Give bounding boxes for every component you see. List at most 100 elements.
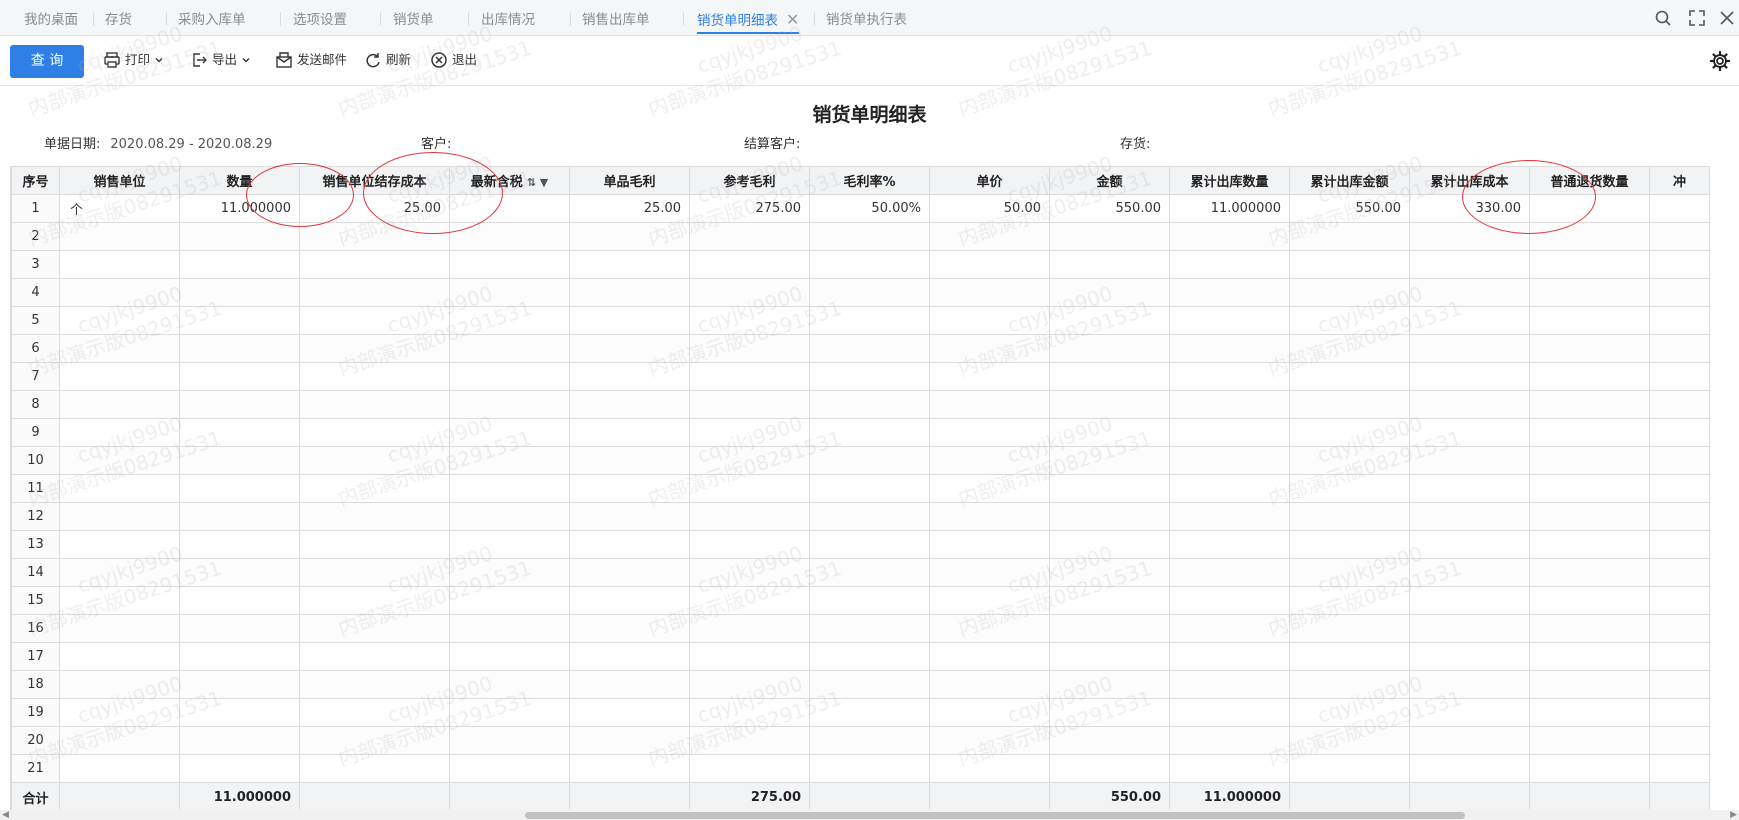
table-cell[interactable] xyxy=(929,390,1050,419)
table-cell[interactable] xyxy=(1289,502,1410,531)
table-cell[interactable] xyxy=(1169,362,1290,391)
table-cell[interactable] xyxy=(449,250,570,279)
table-cell[interactable] xyxy=(689,446,810,475)
table-cell[interactable] xyxy=(1529,278,1650,307)
table-cell[interactable] xyxy=(569,642,690,671)
table-cell[interactable] xyxy=(449,726,570,755)
table-cell[interactable] xyxy=(809,334,930,363)
table-cell[interactable] xyxy=(1649,278,1710,307)
table-cell[interactable] xyxy=(179,250,300,279)
table-cell[interactable] xyxy=(569,334,690,363)
table-cell[interactable] xyxy=(299,278,450,307)
table-cell[interactable] xyxy=(809,558,930,587)
cell-latest-price[interactable] xyxy=(449,194,570,223)
table-cell[interactable] xyxy=(1049,362,1170,391)
table-cell[interactable] xyxy=(1169,334,1290,363)
table-cell[interactable] xyxy=(1409,558,1530,587)
table-cell[interactable] xyxy=(179,642,300,671)
table-cell[interactable] xyxy=(689,250,810,279)
table-cell[interactable] xyxy=(809,362,930,391)
table-cell[interactable] xyxy=(1409,614,1530,643)
table-cell[interactable] xyxy=(299,446,450,475)
column-header[interactable]: 销售单位 xyxy=(59,166,180,195)
table-cell[interactable] xyxy=(1649,390,1710,419)
table-cell[interactable] xyxy=(59,474,180,503)
table-cell[interactable] xyxy=(59,558,180,587)
table-cell[interactable] xyxy=(449,558,570,587)
table-cell[interactable] xyxy=(1289,390,1410,419)
table-cell[interactable] xyxy=(689,670,810,699)
table-cell[interactable] xyxy=(1289,334,1410,363)
table-cell[interactable] xyxy=(1409,670,1530,699)
table-cell[interactable] xyxy=(59,642,180,671)
table-cell[interactable] xyxy=(929,334,1050,363)
table-cell[interactable] xyxy=(1169,306,1290,335)
table-cell[interactable] xyxy=(59,334,180,363)
table-cell[interactable] xyxy=(689,586,810,615)
table-cell[interactable] xyxy=(59,222,180,251)
table-cell[interactable] xyxy=(1049,334,1170,363)
table-cell[interactable] xyxy=(689,530,810,559)
table-cell[interactable] xyxy=(1529,698,1650,727)
table-cell[interactable] xyxy=(59,362,180,391)
table-cell[interactable] xyxy=(59,418,180,447)
table-row[interactable]: 1 个 11.000000 25.00 25.00 275.00 50.00% … xyxy=(11,194,1710,223)
table-cell[interactable] xyxy=(569,474,690,503)
table-cell[interactable] xyxy=(929,306,1050,335)
table-cell[interactable] xyxy=(1409,726,1530,755)
table-cell[interactable] xyxy=(59,726,180,755)
table-cell[interactable] xyxy=(1649,334,1710,363)
table-cell[interactable] xyxy=(1649,222,1710,251)
table-cell[interactable] xyxy=(59,278,180,307)
table-cell[interactable] xyxy=(929,614,1050,643)
table-cell[interactable] xyxy=(569,558,690,587)
table-cell[interactable] xyxy=(1649,418,1710,447)
table-cell[interactable] xyxy=(569,418,690,447)
table-cell[interactable] xyxy=(929,726,1050,755)
table-cell[interactable] xyxy=(809,530,930,559)
table-cell[interactable] xyxy=(1649,726,1710,755)
table-cell[interactable] xyxy=(1649,586,1710,615)
table-cell[interactable] xyxy=(1529,670,1650,699)
table-cell[interactable] xyxy=(59,698,180,727)
table-cell[interactable] xyxy=(1049,670,1170,699)
table-cell[interactable] xyxy=(1049,474,1170,503)
table-cell[interactable] xyxy=(689,698,810,727)
table-cell[interactable] xyxy=(59,502,180,531)
table-cell[interactable] xyxy=(59,614,180,643)
table-cell[interactable] xyxy=(569,222,690,251)
table-cell[interactable] xyxy=(809,502,930,531)
table-cell[interactable] xyxy=(809,306,930,335)
table-cell[interactable] xyxy=(1529,586,1650,615)
close-icon[interactable]: ✕ xyxy=(786,10,799,29)
table-cell[interactable] xyxy=(1289,698,1410,727)
scroll-left-arrow-icon[interactable]: ◀ xyxy=(2,810,9,820)
table-cell[interactable] xyxy=(449,502,570,531)
table-cell[interactable] xyxy=(1649,446,1710,475)
cell-amount[interactable]: 550.00 xyxy=(1049,194,1170,223)
horizontal-scrollbar[interactable]: ◀ ▶ xyxy=(0,810,1739,820)
table-cell[interactable] xyxy=(569,698,690,727)
table-cell[interactable] xyxy=(449,334,570,363)
table-cell[interactable] xyxy=(299,306,450,335)
table-cell[interactable] xyxy=(449,474,570,503)
table-cell[interactable] xyxy=(299,558,450,587)
table-cell[interactable] xyxy=(929,446,1050,475)
table-cell[interactable] xyxy=(449,390,570,419)
column-header[interactable]: 冲 xyxy=(1649,166,1710,195)
table-row[interactable]: 3 xyxy=(11,250,1710,279)
table-cell[interactable] xyxy=(1649,698,1710,727)
table-cell[interactable] xyxy=(1169,726,1290,755)
table-cell[interactable] xyxy=(569,670,690,699)
table-cell[interactable] xyxy=(1409,334,1530,363)
table-cell[interactable] xyxy=(1529,222,1650,251)
table-cell[interactable] xyxy=(449,222,570,251)
table-cell[interactable] xyxy=(179,418,300,447)
table-row[interactable]: 2 xyxy=(11,222,1710,251)
table-cell[interactable] xyxy=(59,586,180,615)
table-cell[interactable] xyxy=(1529,502,1650,531)
table-cell[interactable] xyxy=(929,698,1050,727)
table-cell[interactable] xyxy=(299,334,450,363)
tab-sales-detail[interactable]: 销货单明细表 ✕ xyxy=(697,0,800,34)
table-cell[interactable] xyxy=(1049,306,1170,335)
